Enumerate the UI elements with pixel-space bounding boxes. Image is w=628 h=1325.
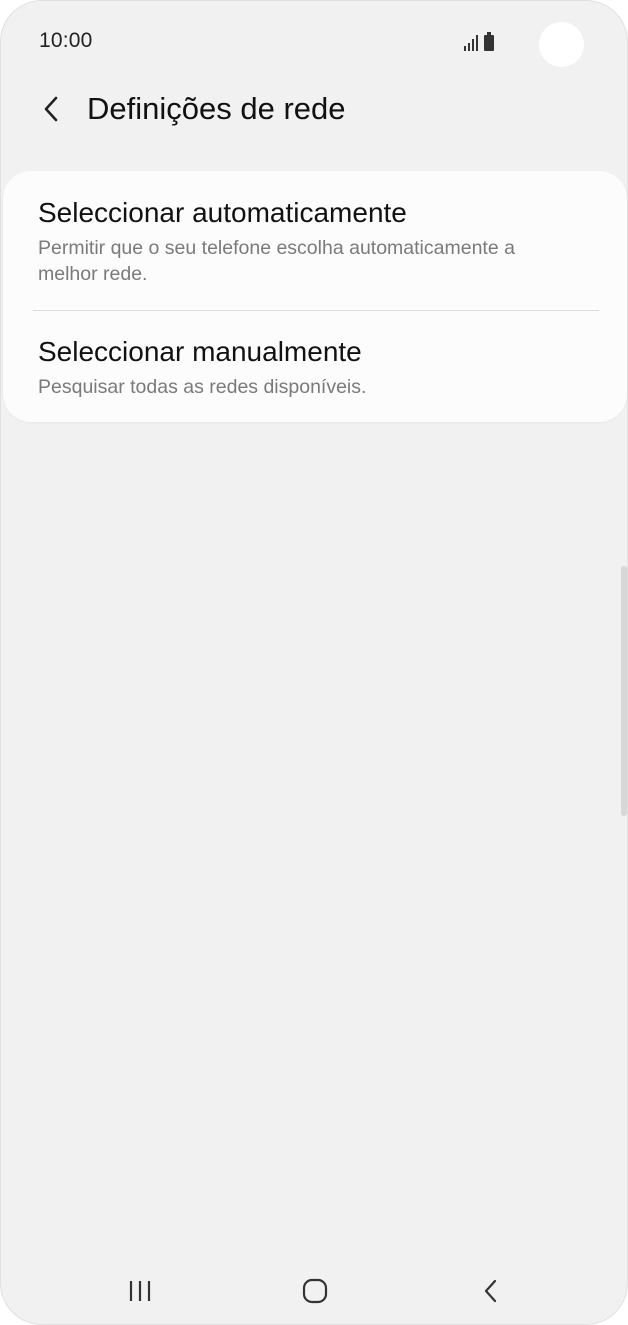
status-time: 10:00 — [39, 29, 93, 52]
back-icon — [484, 1279, 497, 1303]
app-header: Definições de rede — [1, 79, 627, 143]
nav-back-button[interactable] — [461, 1269, 521, 1313]
back-button[interactable] — [29, 87, 73, 131]
recent-apps-button[interactable] — [110, 1269, 170, 1313]
option-description: Pesquisar todas as redes disponíveis. — [38, 376, 367, 398]
option-description: Permitir que o seu telefone escolha auto… — [38, 237, 515, 285]
status-icons — [464, 31, 494, 51]
option-select-manually[interactable]: Seleccionar manualmente Pesquisar todas … — [3, 311, 627, 422]
option-select-automatically[interactable]: Seleccionar automaticamente Permitir que… — [3, 171, 627, 311]
camera-cutout — [539, 22, 584, 67]
option-title: Seleccionar manualmente — [38, 336, 362, 367]
home-button[interactable] — [285, 1269, 345, 1313]
home-icon — [302, 1278, 328, 1304]
recent-apps-icon — [129, 1281, 151, 1301]
status-bar: 10:00 — [1, 1, 627, 71]
scrollbar[interactable] — [621, 566, 627, 816]
battery-icon — [484, 32, 494, 51]
page-title: Definições de rede — [87, 91, 346, 126]
signal-icon — [464, 35, 478, 51]
network-options-card: Seleccionar automaticamente Permitir que… — [3, 171, 627, 422]
option-title: Seleccionar automaticamente — [38, 197, 407, 228]
phone-screen: 10:00 Definições de rede Seleccionar aut… — [0, 0, 628, 1325]
navigation-bar — [1, 1261, 627, 1321]
chevron-left-icon — [44, 96, 58, 122]
